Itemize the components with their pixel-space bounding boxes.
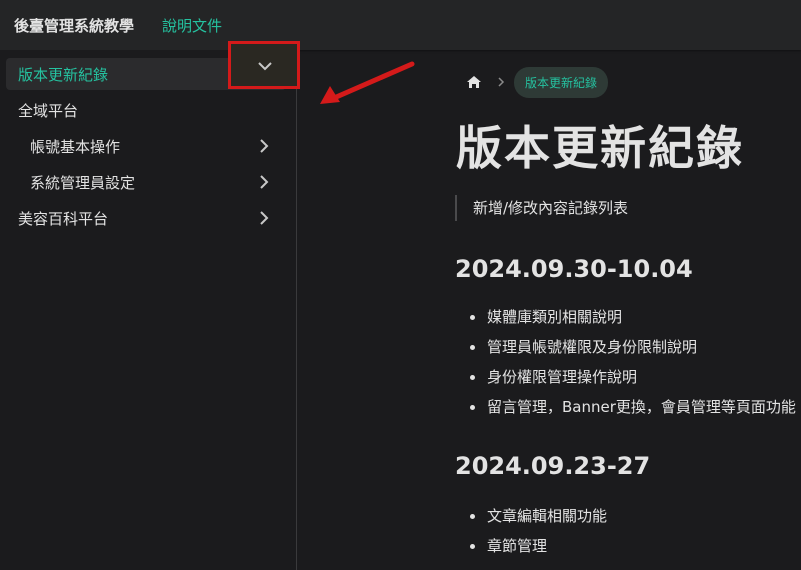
changelog-list: 媒體庫類別相關說明 管理員帳號權限及身份限制說明 身份權限管理操作說明 留言管理… [470,302,796,422]
page-title: 版本更新紀錄 [456,121,744,175]
page-description: 新增/修改內容記錄列表 [455,195,628,221]
breadcrumb-current: 版本更新紀錄 [514,66,609,98]
top-navbar: 後臺管理系統教學 說明文件 [0,0,801,50]
sidebar-item-account-basics[interactable]: 帳號基本操作 [6,130,286,162]
chevron-right-icon[interactable] [256,138,272,154]
home-icon[interactable] [466,74,482,90]
sidebar-item-label: 系統管理員設定 [30,173,136,192]
sidebar-item-beauty-encyclopedia[interactable]: 美容百科平台 [6,202,286,234]
brand-title[interactable]: 後臺管理系統教學 [14,15,134,36]
list-item: 管理員帳號權限及身份限制說明 [470,332,796,362]
docs-link[interactable]: 說明文件 [162,15,222,36]
sidebar-item-admin-settings[interactable]: 系統管理員設定 [6,166,286,198]
list-item: 身份權限管理操作說明 [470,362,796,392]
sidebar-item-label: 帳號基本操作 [30,137,121,156]
sidebar-item-label: 全域平台 [18,101,79,120]
list-item: 媒體庫類別相關說明 [470,302,796,332]
list-item: 文章編輯相關功能 [470,501,607,531]
sidebar: 版本更新紀錄 全域平台 帳號基本操作 系統管理員設定 美容百科平台 [0,50,297,570]
sidebar-item-label: 版本更新紀錄 [18,65,109,84]
chevron-right-icon[interactable] [256,174,272,190]
sidebar-item-label: 美容百科平台 [18,209,109,228]
list-item: 留言管理，Banner更換，會員管理等頁面功能 [470,392,796,422]
breadcrumb: 版本更新紀錄 [466,66,609,98]
main-content: 版本更新紀錄 版本更新紀錄 新增/修改內容記錄列表 2024.09.30-10.… [298,50,801,570]
section-heading: 2024.09.30-10.04 [455,255,693,283]
list-item: 章節管理 [470,531,607,561]
collapse-toggle-button[interactable] [228,41,300,89]
changelog-list: 文章編輯相關功能 章節管理 [470,501,607,561]
chevron-down-icon [258,62,272,71]
section-heading: 2024.09.23-27 [455,452,651,480]
chevron-right-icon [496,77,506,87]
chevron-right-icon[interactable] [256,210,272,226]
sidebar-item-global-platform[interactable]: 全域平台 [6,94,286,126]
